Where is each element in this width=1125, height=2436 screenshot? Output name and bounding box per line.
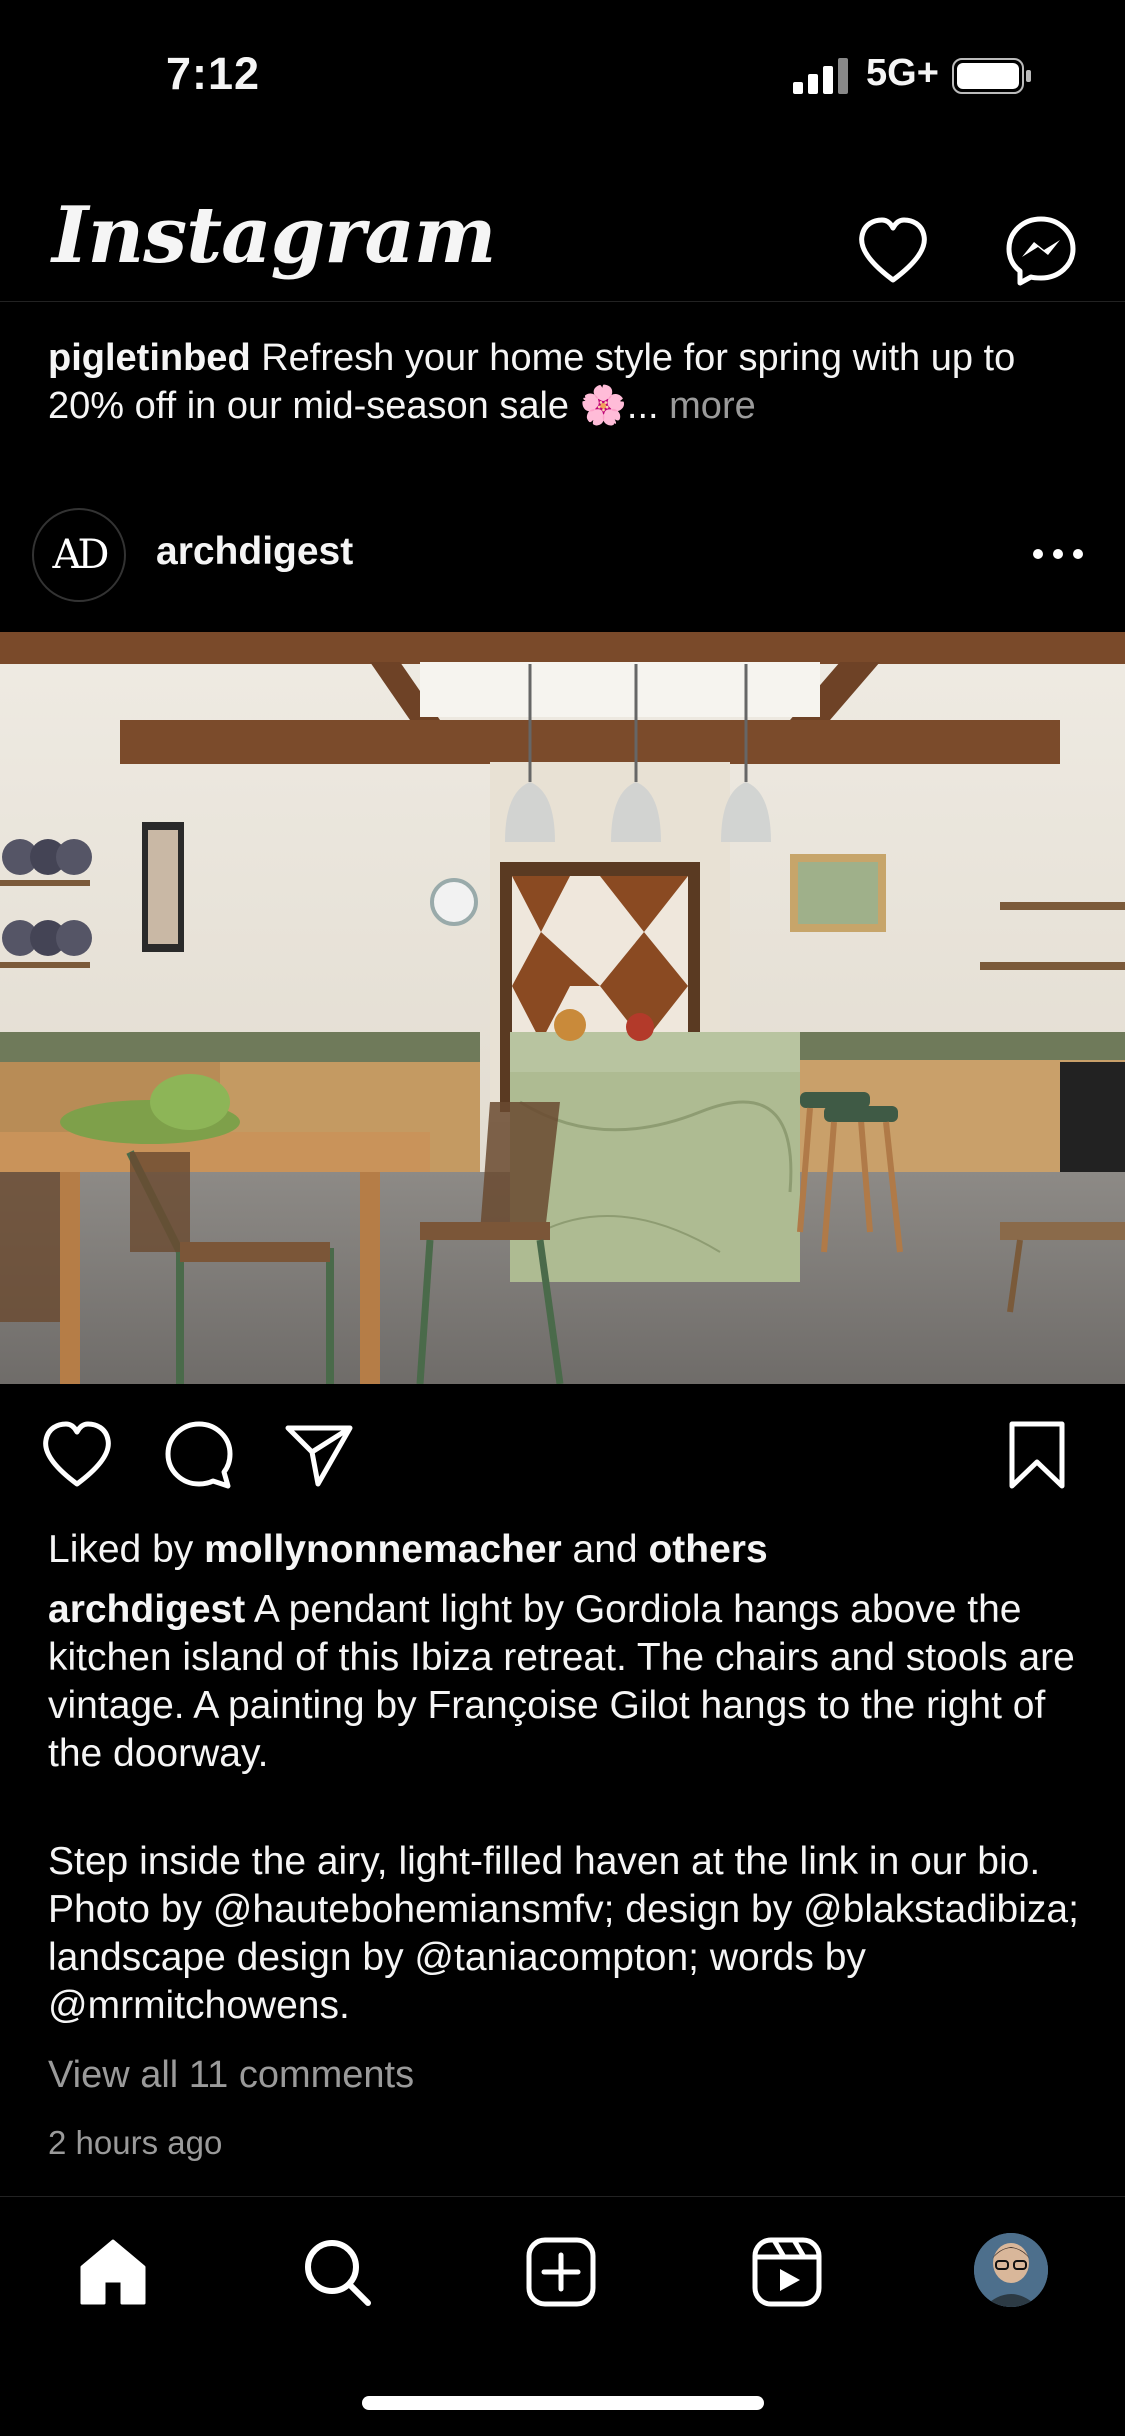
- promo-more-link[interactable]: more: [669, 385, 756, 427]
- heart-icon[interactable]: [856, 216, 930, 286]
- post-timestamp: 2 hours ago: [48, 2124, 223, 2161]
- post-username[interactable]: archdigest: [156, 530, 353, 574]
- post-avatar[interactable]: AD: [32, 508, 126, 602]
- status-time: 7:12: [166, 48, 261, 99]
- status-bar: 7:12 5G+: [0, 0, 1125, 150]
- promo-username[interactable]: pigletinbed: [48, 337, 251, 379]
- profile-avatar[interactable]: [974, 2233, 1048, 2307]
- likes-and: and: [572, 1528, 638, 1571]
- more-options-icon[interactable]: [1030, 544, 1086, 564]
- post-caption-continued: Step inside the airy, light-filled haven…: [48, 1840, 1079, 2027]
- app-header: Instagram: [0, 180, 1125, 302]
- likes-others[interactable]: others: [648, 1528, 767, 1571]
- view-comments-link[interactable]: View all 11 comments: [48, 2054, 414, 2097]
- like-heart-icon[interactable]: [40, 1418, 114, 1492]
- post-actions: [0, 1418, 1125, 1492]
- bookmark-icon[interactable]: [1000, 1418, 1074, 1492]
- battery-icon: [952, 58, 1031, 94]
- messenger-icon[interactable]: [1004, 214, 1078, 288]
- search-icon[interactable]: [300, 2235, 374, 2309]
- signal-icon: [793, 58, 848, 94]
- caption-username[interactable]: archdigest: [48, 1588, 245, 1631]
- share-icon[interactable]: [282, 1418, 356, 1492]
- likes-prefix: Liked by: [48, 1528, 194, 1571]
- new-post-icon[interactable]: [524, 2235, 598, 2309]
- likes-summary[interactable]: Liked by mollynonnemacher and others: [48, 1528, 768, 1572]
- instagram-logo[interactable]: Instagram: [52, 190, 496, 281]
- network-label: 5G+: [866, 52, 939, 94]
- home-icon[interactable]: [76, 2235, 150, 2309]
- reels-icon[interactable]: [750, 2235, 824, 2309]
- post-header: AD archdigest: [0, 504, 1125, 604]
- liked-by-user[interactable]: mollynonnemacher: [204, 1528, 562, 1571]
- post-caption: archdigest A pendant light by Gordiola h…: [48, 1586, 1088, 1778]
- comment-icon[interactable]: [162, 1418, 236, 1492]
- home-indicator: [362, 2396, 764, 2410]
- bottom-nav: [0, 2196, 1125, 2346]
- post-photo[interactable]: [0, 632, 1125, 1384]
- promo-caption[interactable]: pigletinbed Refresh your home style for …: [48, 334, 1088, 430]
